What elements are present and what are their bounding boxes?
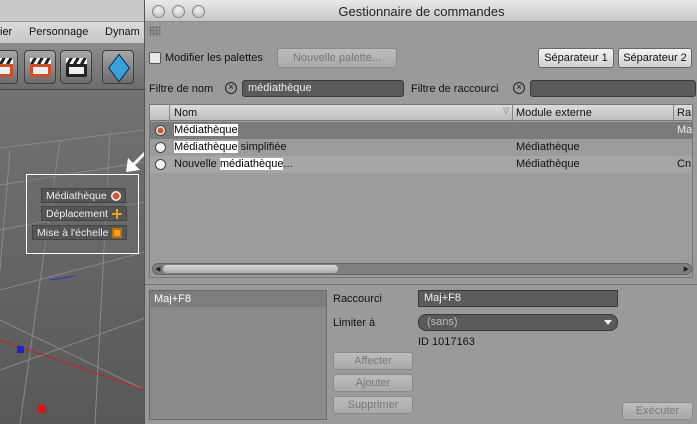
popup-item-media-library[interactable]: Médiathèque: [41, 188, 126, 203]
scrollbar-thumb[interactable]: [163, 265, 338, 273]
window-title: Gestionnaire de commandes: [338, 4, 505, 19]
add-button[interactable]: Ajouter: [333, 374, 413, 392]
delete-button[interactable]: Supprimer: [333, 396, 413, 414]
cube-icon: [108, 53, 130, 83]
cube-object-button[interactable]: [102, 50, 134, 84]
command-icon: [155, 142, 166, 153]
menu-item-character[interactable]: Personnage: [29, 26, 88, 38]
column-header-shortcut[interactable]: Ra: [677, 107, 691, 119]
separator-2-button[interactable]: Séparateur 2: [618, 48, 692, 68]
sort-arrow-icon: ▽: [503, 106, 510, 115]
window-titlebar[interactable]: Gestionnaire de commandes: [145, 0, 697, 22]
separator-1-button[interactable]: Séparateur 1: [538, 48, 614, 68]
scale-icon: [112, 227, 123, 238]
pane-divider[interactable]: [145, 284, 697, 285]
column-header-plugin[interactable]: Module externe: [516, 107, 592, 119]
shortcut-filter-input[interactable]: [530, 80, 696, 97]
name-filter-label: Filtre de nom: [149, 83, 214, 95]
popup-item-label: Mise à l'échelle: [37, 226, 109, 239]
command-name: Nouvelle médiathèque...: [174, 158, 293, 170]
background-title-strip: [0, 0, 160, 22]
chevron-down-icon: [604, 320, 612, 325]
command-table: Nom ▽ Module externe Ra Médiathèque Ma M…: [149, 104, 693, 278]
command-name: Médiathèque: [174, 124, 238, 136]
shortcut-field[interactable]: Maj+F8: [418, 290, 618, 307]
column-separator: [673, 105, 674, 121]
shortcut-filter-label: Filtre de raccourci: [411, 83, 499, 95]
clapperboard-icon: [0, 58, 13, 77]
table-header: Nom ▽ Module externe Ra: [150, 105, 692, 121]
restrict-dropdown[interactable]: (sans): [418, 314, 618, 331]
shortcut-list-item[interactable]: Maj+F8: [150, 291, 326, 307]
command-name: Médiathèque simplifiée: [174, 141, 287, 153]
shortcut-list: Maj+F8: [149, 290, 327, 420]
popup-item-label: Déplacement: [46, 207, 108, 220]
scroll-left-icon[interactable]: ◀: [155, 265, 160, 273]
table-row[interactable]: Nouvelle médiathèque... Médiathèque Cn: [150, 156, 692, 173]
record-icon: [110, 190, 121, 201]
tool-popup: Médiathèque Déplacement Mise à l'échelle: [26, 174, 139, 254]
scroll-right-icon[interactable]: ▶: [684, 265, 689, 273]
column-separator: [512, 105, 513, 121]
command-manager-window: Gestionnaire de commandes Modifier les p…: [144, 0, 697, 424]
edit-palettes-label: Modifier les palettes: [165, 52, 263, 64]
table-row[interactable]: Médiathèque Ma: [150, 122, 693, 139]
command-plugin: Médiathèque: [516, 141, 580, 153]
column-separator: [169, 105, 170, 121]
table-row[interactable]: Médiathèque simplifiée Médiathèque: [150, 139, 692, 156]
popup-item-label: Médiathèque: [46, 189, 107, 202]
command-plugin: Médiathèque: [516, 158, 580, 170]
render-settings-button[interactable]: [60, 50, 92, 84]
edit-palettes-checkbox[interactable]: [149, 52, 161, 64]
popup-item-scale[interactable]: Mise à l'échelle: [32, 225, 128, 240]
column-header-name[interactable]: Nom: [174, 107, 197, 119]
name-filter-input[interactable]: médiathèque: [242, 80, 404, 97]
command-icon: [155, 159, 166, 170]
render-view-button[interactable]: [24, 50, 56, 84]
restrict-label: Limiter à: [333, 317, 376, 329]
popup-item-move[interactable]: Déplacement: [41, 206, 127, 221]
assign-button[interactable]: Affecter: [333, 352, 413, 370]
clapperboard-icon: [30, 58, 51, 77]
new-palette-button[interactable]: Nouvelle palette...: [277, 48, 397, 68]
clear-name-filter-icon[interactable]: ×: [225, 82, 237, 94]
move-icon: [111, 208, 122, 219]
command-shortcut: Ma: [677, 124, 693, 136]
drag-grip-icon[interactable]: [149, 26, 161, 36]
shortcut-label: Raccourci: [333, 293, 382, 305]
clear-shortcut-filter-icon[interactable]: ×: [513, 82, 525, 94]
horizontal-scrollbar[interactable]: ◀ ▶: [152, 263, 692, 275]
render-button[interactable]: [0, 50, 18, 84]
command-shortcut: Cn: [677, 158, 692, 170]
execute-button[interactable]: Exécuter: [622, 402, 693, 420]
record-icon: [155, 125, 166, 136]
background-menubar: ier Personnage Dynam: [0, 22, 160, 44]
menu-item-dynamics[interactable]: Dynam: [105, 26, 140, 38]
clapperboard-icon: [66, 58, 87, 77]
command-id: ID 1017163: [418, 336, 475, 348]
menu-item-file[interactable]: ier: [0, 26, 12, 38]
background-toolbar: [0, 44, 160, 90]
restrict-value: (sans): [427, 316, 458, 328]
